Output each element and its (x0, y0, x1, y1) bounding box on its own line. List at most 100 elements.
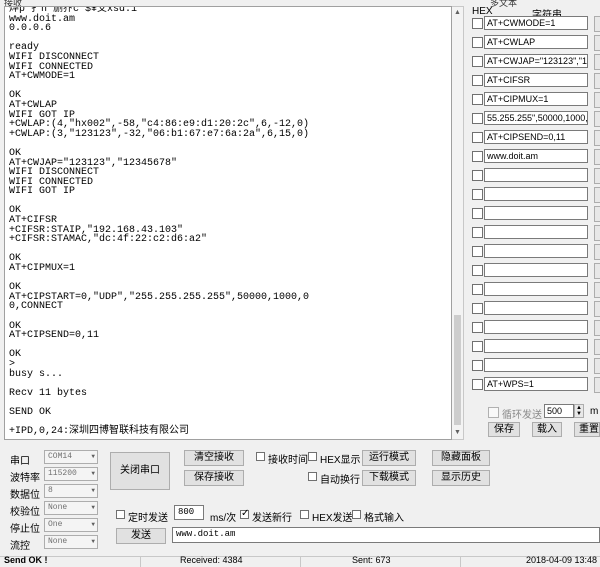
multi-string-hex-checkbox[interactable] (472, 322, 483, 333)
multi-string-hex-checkbox[interactable] (472, 56, 483, 67)
multi-string-send-button[interactable] (594, 358, 600, 374)
multi-string-input[interactable]: AT+CIPSEND=0,11 (484, 130, 588, 144)
multi-string-input[interactable] (484, 206, 588, 220)
send-newline-checkbox[interactable] (240, 508, 249, 519)
multi-string-send-button[interactable] (594, 263, 600, 279)
multi-string-send-button[interactable] (594, 92, 600, 108)
format-input-checkbox[interactable] (352, 510, 361, 519)
multi-string-input[interactable] (484, 339, 588, 353)
multi-string-hex-checkbox[interactable] (472, 303, 483, 314)
multi-string-send-button[interactable] (594, 244, 600, 260)
multi-string-send-button[interactable] (594, 130, 600, 146)
multi-string-send-button[interactable] (594, 225, 600, 241)
multi-string-send-button[interactable] (594, 168, 600, 184)
multi-string-send-button[interactable] (594, 206, 600, 222)
stopbits-select[interactable]: One ▼ (44, 518, 98, 532)
run-mode-button[interactable]: 运行模式 (362, 450, 416, 466)
multi-string-hex-checkbox[interactable] (472, 170, 483, 181)
multi-string-hex-checkbox[interactable] (472, 341, 483, 352)
clear-receive-button[interactable]: 清空接收 (184, 450, 244, 466)
multi-string-input[interactable] (484, 187, 588, 201)
multi-string-hex-checkbox[interactable] (472, 75, 483, 86)
multi-string-input[interactable] (484, 225, 588, 239)
multi-string-row: AT+CWLAP (470, 35, 600, 51)
multi-string-send-button[interactable] (594, 35, 600, 51)
multi-string-send-button[interactable] (594, 73, 600, 89)
multi-string-hex-checkbox[interactable] (472, 360, 483, 371)
multi-string-header: 多文本 HEX 字符串 (468, 0, 600, 21)
multi-string-send-button[interactable] (594, 282, 600, 298)
save-receive-button[interactable]: 保存接收 (184, 470, 244, 486)
multi-string-send-button[interactable] (594, 339, 600, 355)
multi-string-input[interactable]: AT+CIPMUX=1 (484, 92, 588, 106)
multi-string-input[interactable]: AT+CWLAP (484, 35, 588, 49)
hex-send-checkbox[interactable] (300, 510, 309, 519)
multi-string-hex-checkbox[interactable] (472, 113, 483, 124)
multi-string-hex-checkbox[interactable] (472, 246, 483, 257)
multi-string-input[interactable]: AT+WPS=1 (484, 377, 588, 391)
multi-string-input[interactable]: www.doit.am (484, 149, 588, 163)
reset-strings-button[interactable]: 重置 (574, 422, 600, 437)
multi-string-hex-checkbox[interactable] (472, 208, 483, 219)
multi-string-input[interactable] (484, 263, 588, 277)
multi-string-input[interactable]: AT+CWJAP="123123","123 (484, 54, 588, 68)
multi-string-input[interactable]: AT+CWMODE=1 (484, 16, 588, 30)
multi-string-hex-checkbox[interactable] (472, 37, 483, 48)
timed-send-checkbox[interactable] (116, 510, 125, 519)
flow-select[interactable]: None ▼ (44, 535, 98, 549)
hex-display-label: HEX显示 (320, 455, 361, 466)
loop-interval-spinner[interactable]: ▲ ▼ (574, 404, 584, 418)
multi-string-send-button[interactable] (594, 54, 600, 70)
multi-string-input[interactable]: 55.255.255",50000,1000,0 (484, 111, 588, 125)
baud-select[interactable]: 115200 ▼ (44, 467, 98, 481)
hide-panel-button[interactable]: 隐藏面板 (432, 450, 490, 466)
port-select[interactable]: COM14 ▼ (44, 450, 98, 464)
loop-interval-input[interactable]: 500 (544, 404, 574, 418)
auto-wrap-checkbox[interactable] (308, 472, 317, 481)
multi-string-hex-checkbox[interactable] (472, 189, 483, 200)
multi-string-input[interactable] (484, 358, 588, 372)
loop-unit-label: m (590, 406, 599, 417)
multi-string-input[interactable]: AT+CIFSR (484, 73, 588, 87)
multi-string-input[interactable] (484, 301, 588, 315)
multi-string-title: 多文本 (490, 0, 518, 8)
multi-string-input[interactable] (484, 320, 588, 334)
multi-string-input[interactable] (484, 282, 588, 296)
save-strings-button[interactable]: 保存 (488, 422, 520, 437)
multi-string-hex-checkbox[interactable] (472, 379, 483, 390)
loop-send-checkbox[interactable] (488, 407, 499, 418)
multi-string-send-button[interactable] (594, 377, 600, 393)
load-strings-button[interactable]: 载入 (532, 422, 562, 437)
multi-string-input[interactable] (484, 168, 588, 182)
show-history-button[interactable]: 显示历史 (432, 470, 490, 486)
send-interval-input[interactable]: 800 (174, 505, 204, 520)
scroll-up-icon[interactable]: ▲ (452, 7, 463, 19)
receive-scrollbar[interactable]: ▲ ▼ (452, 6, 464, 440)
download-mode-button[interactable]: 下载模式 (362, 470, 416, 486)
multi-string-row (470, 301, 600, 317)
parity-select[interactable]: None ▼ (44, 501, 98, 515)
send-text-input[interactable]: www.doit.am (172, 527, 600, 543)
multi-string-send-button[interactable] (594, 187, 600, 203)
multi-string-send-button[interactable] (594, 16, 600, 32)
multi-string-send-button[interactable] (594, 320, 600, 336)
hex-display-checkbox[interactable] (308, 452, 317, 461)
multi-string-send-button[interactable] (594, 301, 600, 317)
multi-string-hex-checkbox[interactable] (472, 18, 483, 29)
receive-time-checkbox[interactable] (256, 452, 265, 461)
multi-string-send-button[interactable] (594, 111, 600, 127)
multi-string-send-button[interactable] (594, 149, 600, 165)
close-port-button[interactable]: 关闭串口 (110, 452, 170, 490)
scroll-thumb[interactable] (454, 315, 461, 425)
multi-string-hex-checkbox[interactable] (472, 151, 483, 162)
multi-string-hex-checkbox[interactable] (472, 94, 483, 105)
multi-string-hex-checkbox[interactable] (472, 265, 483, 276)
multi-string-hex-checkbox[interactable] (472, 227, 483, 238)
receive-textarea[interactable]: 烨p'扌h'删犿c'$¥艾xsd.1 www.doit.am 0.0.0.6 r… (4, 6, 452, 440)
databits-select[interactable]: 8 ▼ (44, 484, 98, 498)
multi-string-hex-checkbox[interactable] (472, 284, 483, 295)
scroll-down-icon[interactable]: ▼ (452, 427, 463, 439)
send-button[interactable]: 发送 (116, 528, 166, 544)
multi-string-hex-checkbox[interactable] (472, 132, 483, 143)
multi-string-input[interactable] (484, 244, 588, 258)
